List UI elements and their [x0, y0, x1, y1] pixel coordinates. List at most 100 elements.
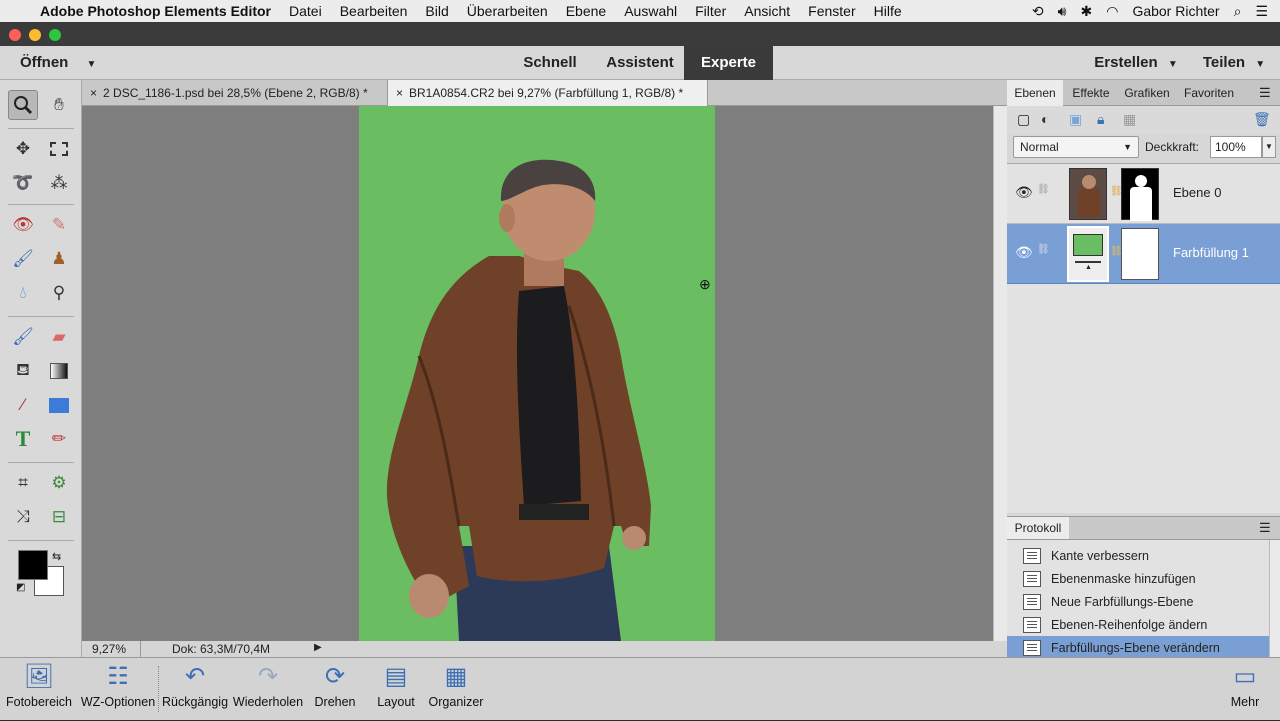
- tab-favoriten[interactable]: Favoriten: [1177, 80, 1241, 106]
- menu-filter[interactable]: Filter: [695, 3, 726, 19]
- layer-mask-thumbnail[interactable]: [1121, 228, 1159, 280]
- link-icon[interactable]: ⛓: [1037, 244, 1050, 255]
- history-item-selected[interactable]: Farbfüllungs-Ebene verändern: [1007, 636, 1269, 659]
- tab-effekte[interactable]: Effekte: [1065, 80, 1117, 106]
- text-tool-icon[interactable]: T: [8, 424, 38, 454]
- hand-tool-icon[interactable]: ✋︎: [44, 90, 74, 120]
- move-tool-icon[interactable]: ✥: [8, 134, 38, 164]
- redo-button[interactable]: ↷ Wiederholen: [230, 658, 306, 721]
- layer-row-ebene-0[interactable]: 👁︎ ⛓ ⛓ Ebene 0: [1007, 164, 1280, 224]
- history-item[interactable]: Ebenenmaske hinzufügen: [1007, 567, 1269, 590]
- lasso-tool-icon[interactable]: ➰: [8, 168, 38, 198]
- layer-name[interactable]: Ebene 0: [1173, 185, 1221, 200]
- layer-mask-thumbnail[interactable]: [1121, 168, 1159, 221]
- tab-protokoll[interactable]: Protokoll: [1007, 517, 1069, 539]
- mode-assistent[interactable]: Assistent: [596, 46, 684, 80]
- history-item[interactable]: Neue Farbfüllungs-Ebene: [1007, 590, 1269, 613]
- open-button[interactable]: Öffnen ▼: [8, 46, 108, 80]
- opacity-dropdown-icon[interactable]: ▼: [1262, 136, 1276, 158]
- user-name[interactable]: Gabor Richter: [1132, 3, 1219, 19]
- red-eye-tool-icon[interactable]: 👁︎: [8, 210, 38, 240]
- shape-tool-icon[interactable]: [44, 390, 74, 420]
- status-menu-arrow-icon[interactable]: ▶: [314, 642, 322, 653]
- more-button[interactable]: ▭ Mehr: [1220, 658, 1270, 721]
- tab-document-2[interactable]: × BR1A0854.CR2 bei 9,27% (Farbfüllung 1, …: [388, 80, 708, 106]
- mode-experte[interactable]: Experte: [684, 46, 773, 80]
- sponge-tool-icon[interactable]: ⚲: [44, 278, 74, 308]
- history-item[interactable]: Kante verbessern: [1007, 544, 1269, 567]
- zoom-tool-icon[interactable]: [8, 90, 38, 120]
- search-icon[interactable]: ⌕: [1234, 3, 1242, 20]
- zoom-window-icon[interactable]: [49, 29, 61, 41]
- trash-icon[interactable]: 🗑︎: [1253, 111, 1271, 128]
- tab-ebenen[interactable]: Ebenen: [1007, 80, 1063, 106]
- gradient-tool-icon[interactable]: [44, 356, 74, 386]
- photo-bin-button[interactable]: 🖼︎ Fotobereich: [2, 658, 76, 721]
- lock-transparency-icon[interactable]: ▦: [1123, 111, 1136, 128]
- wifi-icon[interactable]: ◠: [1106, 3, 1118, 20]
- healing-brush-tool-icon[interactable]: ✎: [44, 210, 74, 240]
- volume-icon[interactable]: 🔊︎: [1058, 3, 1067, 20]
- visibility-eye-icon[interactable]: 👁︎: [1015, 184, 1033, 201]
- close-window-icon[interactable]: [9, 29, 21, 41]
- bluetooth-icon[interactable]: ✱: [1080, 3, 1092, 20]
- fill-layer-thumbnail[interactable]: ▲: [1067, 226, 1109, 282]
- close-tab-icon[interactable]: ×: [90, 86, 97, 100]
- adjustment-layer-icon[interactable]: ◐: [1041, 111, 1049, 127]
- rotate-button[interactable]: ⟳ Drehen: [308, 658, 362, 721]
- tab-document-1[interactable]: × 2 DSC_1186-1.psd bei 28,5% (Ebene 2, RG…: [82, 80, 388, 106]
- lock-icon[interactable]: 🔒︎: [1097, 111, 1104, 128]
- menu-bild[interactable]: Bild: [425, 3, 448, 19]
- history-item[interactable]: Ebenen-Reihenfolge ändern: [1007, 613, 1269, 636]
- layer-row-farbfuellung-1[interactable]: 👁︎ ⛓ ▲ ⛓ Farbfüllung 1: [1007, 224, 1280, 284]
- swap-colors-icon[interactable]: ⇆: [52, 550, 61, 563]
- minimize-window-icon[interactable]: [29, 29, 41, 41]
- clone-stamp-tool-icon[interactable]: ♟: [44, 244, 74, 274]
- brush-tool-icon[interactable]: 🖌︎: [8, 322, 38, 352]
- pencil-tool-icon[interactable]: ✏︎: [44, 424, 74, 454]
- eyedropper-tool-icon[interactable]: ⁄: [8, 390, 38, 420]
- straighten-tool-icon[interactable]: ⊟: [44, 502, 74, 532]
- visibility-eye-icon[interactable]: 👁︎: [1015, 244, 1033, 261]
- menu-ebene[interactable]: Ebene: [566, 3, 606, 19]
- link-icon[interactable]: ⛓: [1037, 184, 1050, 195]
- document-image[interactable]: [359, 106, 715, 641]
- share-button[interactable]: Teilen ▼: [1194, 46, 1274, 80]
- layer-mask-icon[interactable]: ▣: [1069, 111, 1082, 128]
- undo-button[interactable]: ↶ Rückgängig: [162, 658, 228, 721]
- layer-name[interactable]: Farbfüllung 1: [1173, 245, 1249, 260]
- marquee-tool-icon[interactable]: [44, 134, 74, 164]
- menu-auswahl[interactable]: Auswahl: [624, 3, 677, 19]
- app-name[interactable]: Adobe Photoshop Elements Editor: [40, 3, 271, 19]
- paint-bucket-tool-icon[interactable]: ⛾: [8, 356, 38, 386]
- smart-brush-tool-icon[interactable]: 🖌︎: [8, 244, 38, 274]
- menu-ansicht[interactable]: Ansicht: [744, 3, 790, 19]
- mode-schnell[interactable]: Schnell: [510, 46, 590, 80]
- menu-datei[interactable]: Datei: [289, 3, 322, 19]
- content-aware-move-tool-icon[interactable]: ⤨: [8, 502, 38, 532]
- close-tab-icon[interactable]: ×: [396, 86, 403, 100]
- menu-fenster[interactable]: Fenster: [808, 3, 855, 19]
- default-colors-icon[interactable]: ◩: [16, 582, 25, 593]
- canvas-area[interactable]: ⊕: [82, 106, 993, 641]
- vertical-scrollbar[interactable]: [993, 106, 1007, 641]
- menu-hilfe[interactable]: Hilfe: [874, 3, 902, 19]
- eraser-tool-icon[interactable]: ▰: [44, 322, 74, 352]
- new-layer-icon[interactable]: ▢: [1017, 111, 1030, 128]
- create-button[interactable]: Erstellen ▼: [1086, 46, 1186, 80]
- tab-grafiken[interactable]: Grafiken: [1119, 80, 1175, 106]
- history-scrollbar[interactable]: [1269, 540, 1280, 657]
- blend-mode-select[interactable]: Normal ▼: [1013, 136, 1139, 158]
- recompose-tool-icon[interactable]: ⚙︎: [44, 468, 74, 498]
- notification-center-icon[interactable]: ☰: [1255, 3, 1268, 20]
- magic-wand-tool-icon[interactable]: ⁂: [44, 168, 74, 198]
- opacity-field[interactable]: 100%: [1210, 136, 1262, 158]
- menu-ueberarbeiten[interactable]: Überarbeiten: [467, 3, 548, 19]
- panel-menu-icon[interactable]: ☰: [1259, 520, 1271, 536]
- crop-tool-icon[interactable]: ⌗: [8, 468, 38, 498]
- foreground-color-swatch[interactable]: [18, 550, 48, 580]
- time-machine-icon[interactable]: ⟲: [1032, 3, 1044, 20]
- menu-bearbeiten[interactable]: Bearbeiten: [340, 3, 408, 19]
- organizer-button[interactable]: ▦ Organizer: [426, 658, 486, 721]
- panel-menu-icon[interactable]: ☰: [1259, 85, 1271, 101]
